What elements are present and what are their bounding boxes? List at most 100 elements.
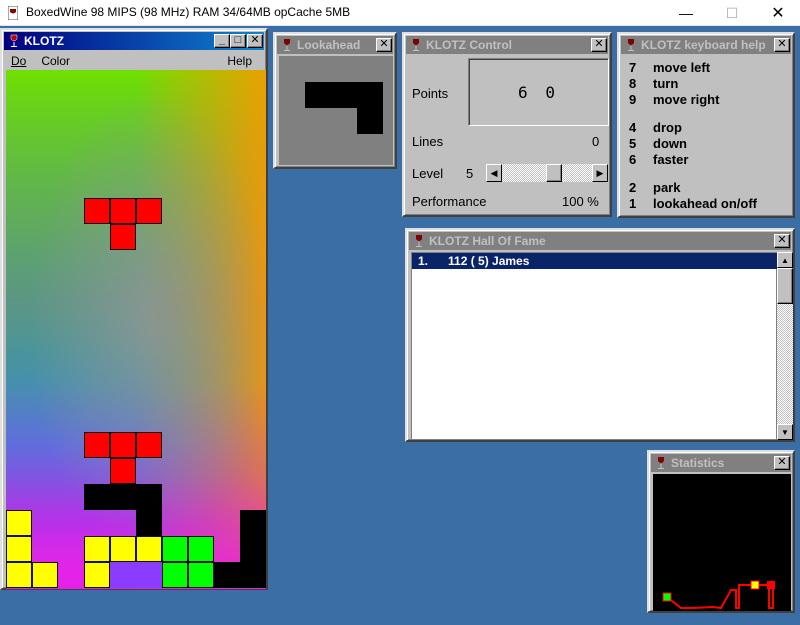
key-help-row: 5 down — [629, 136, 687, 151]
lookahead-close-button[interactable]: ✕ — [376, 38, 392, 52]
klotz-maximize-button[interactable]: □ — [230, 34, 246, 48]
scroll-up-button[interactable]: ▲ — [777, 252, 793, 268]
performance-value: 100 % — [562, 194, 599, 209]
host-title-bar: BoxedWine 98 MIPS (98 MHz) RAM 34/64MB o… — [0, 0, 800, 26]
level-slider[interactable]: ◀ ▶ — [486, 164, 608, 182]
stack-block — [240, 536, 266, 562]
wine-glass-icon — [7, 34, 21, 48]
statistics-close-button[interactable]: ✕ — [774, 456, 790, 470]
lookahead-preview — [279, 56, 393, 165]
stack-block — [84, 484, 110, 510]
hall-of-fame-title-bar[interactable]: KLOTZ Hall Of Fame ✕ — [409, 232, 791, 250]
keyboard-help-window: KLOTZ keyboard help ✕ 7 move left 8 turn 9… — [617, 32, 795, 218]
minimize-icon: — — [679, 5, 693, 21]
klotz-close-button[interactable]: ✕ — [247, 34, 263, 48]
statistics-graph — [653, 474, 791, 611]
host-maximize-button[interactable]: ☐ — [709, 0, 755, 26]
key-action: turn — [653, 76, 679, 91]
key-help-row: 2 park — [629, 180, 680, 195]
close-icon: ✕ — [777, 234, 787, 246]
klotz-title: KLOTZ — [24, 34, 64, 48]
wine-glass-icon — [624, 38, 638, 52]
stack-block — [136, 510, 162, 536]
level-slider-thumb[interactable] — [546, 164, 563, 182]
key-action: drop — [653, 120, 682, 135]
hall-of-fame-scrollbar[interactable]: ▲ ▼ — [777, 252, 793, 440]
statistics-window: Statistics ✕ — [647, 450, 795, 613]
key-help-row: 7 move left — [629, 60, 710, 75]
wine-glass-icon — [654, 456, 668, 470]
hall-of-fame-window: KLOTZ Hall Of Fame ✕ 1. 112 ( 5) James ▲… — [405, 228, 795, 442]
list-item[interactable]: 1. 112 ( 5) James — [412, 253, 778, 269]
statistics-title: Statistics — [671, 456, 725, 470]
stack-block — [240, 510, 266, 536]
scroll-down-button[interactable]: ▼ — [777, 424, 793, 440]
statistics-marker — [767, 581, 775, 589]
next-piece-block — [305, 82, 383, 108]
game-board — [6, 70, 266, 589]
hall-of-fame-close-button[interactable]: ✕ — [774, 234, 790, 248]
stack-block — [162, 536, 188, 562]
lines-label: Lines — [412, 134, 444, 149]
klotz-minimize-button[interactable]: _ — [214, 34, 230, 48]
control-title-bar[interactable]: KLOTZ Control ✕ — [406, 36, 608, 54]
level-increase-button[interactable]: ▶ — [592, 164, 608, 182]
menu-color[interactable]: Color — [31, 52, 80, 70]
klotz-title-bar[interactable]: KLOTZ _ □ ✕ — [4, 32, 264, 50]
falling-piece-block — [84, 198, 110, 224]
arrow-up-icon: ▲ — [781, 255, 789, 265]
stack-block — [6, 536, 32, 562]
control-title: KLOTZ Control — [426, 38, 512, 52]
key-label: 2 — [629, 180, 637, 195]
stack-block — [6, 562, 32, 588]
maximize-icon: ☐ — [725, 4, 739, 21]
falling-piece-block — [136, 198, 162, 224]
statistics-title-bar[interactable]: Statistics ✕ — [651, 454, 791, 472]
key-action: move right — [653, 92, 720, 107]
keyboard-help-close-button[interactable]: ✕ — [774, 38, 790, 52]
close-icon: ✕ — [250, 34, 260, 46]
arrow-left-icon: ◀ — [490, 167, 498, 178]
points-display: 6 0 — [468, 58, 609, 126]
menu-do[interactable]: Do — [6, 52, 31, 70]
stack-block — [84, 536, 110, 562]
key-label: 8 — [629, 76, 637, 91]
key-action: move left — [653, 60, 711, 75]
key-label: 5 — [629, 136, 637, 151]
arrow-right-icon: ▶ — [596, 167, 604, 178]
lines-value: 0 — [592, 134, 600, 149]
boxedwine-logo-icon — [8, 6, 18, 20]
minimize-icon: _ — [218, 34, 226, 46]
host-close-button[interactable]: ✕ — [755, 0, 800, 26]
key-help-row: 8 turn — [629, 76, 678, 91]
close-icon: ✕ — [771, 5, 785, 22]
stack-block — [188, 562, 214, 588]
menu-help[interactable]: Help — [217, 52, 262, 70]
key-help-row: 4 drop — [629, 120, 682, 135]
statistics-marker — [750, 580, 760, 590]
lookahead-title-bar[interactable]: Lookahead ✕ — [277, 36, 393, 54]
stack-block — [136, 536, 162, 562]
key-action: down — [653, 136, 687, 151]
hall-of-fame-list: 1. 112 ( 5) James — [411, 252, 778, 440]
stack-block — [6, 510, 32, 536]
level-decrease-button[interactable]: ◀ — [486, 164, 502, 182]
key-label: 7 — [629, 60, 637, 75]
stack-block — [136, 562, 162, 588]
maximize-icon: □ — [234, 34, 242, 46]
arrow-down-icon: ▼ — [781, 427, 789, 437]
wine-glass-icon — [280, 38, 294, 52]
stack-block — [162, 562, 188, 588]
scroll-thumb[interactable] — [777, 268, 793, 304]
host-window-title: BoxedWine 98 MIPS (98 MHz) RAM 34/64MB o… — [26, 5, 351, 19]
host-minimize-button[interactable]: — — [663, 0, 709, 26]
key-action: park — [653, 180, 681, 195]
falling-piece-block — [110, 198, 136, 224]
hall-of-fame-title: KLOTZ Hall Of Fame — [429, 234, 546, 248]
lookahead-window: Lookahead ✕ — [273, 32, 397, 169]
keyboard-help-title-bar[interactable]: KLOTZ keyboard help ✕ — [621, 36, 791, 54]
menu-do-label: Do — [11, 54, 27, 68]
key-action: faster — [653, 152, 689, 167]
stack-block — [110, 484, 136, 510]
control-close-button[interactable]: ✕ — [591, 38, 607, 52]
